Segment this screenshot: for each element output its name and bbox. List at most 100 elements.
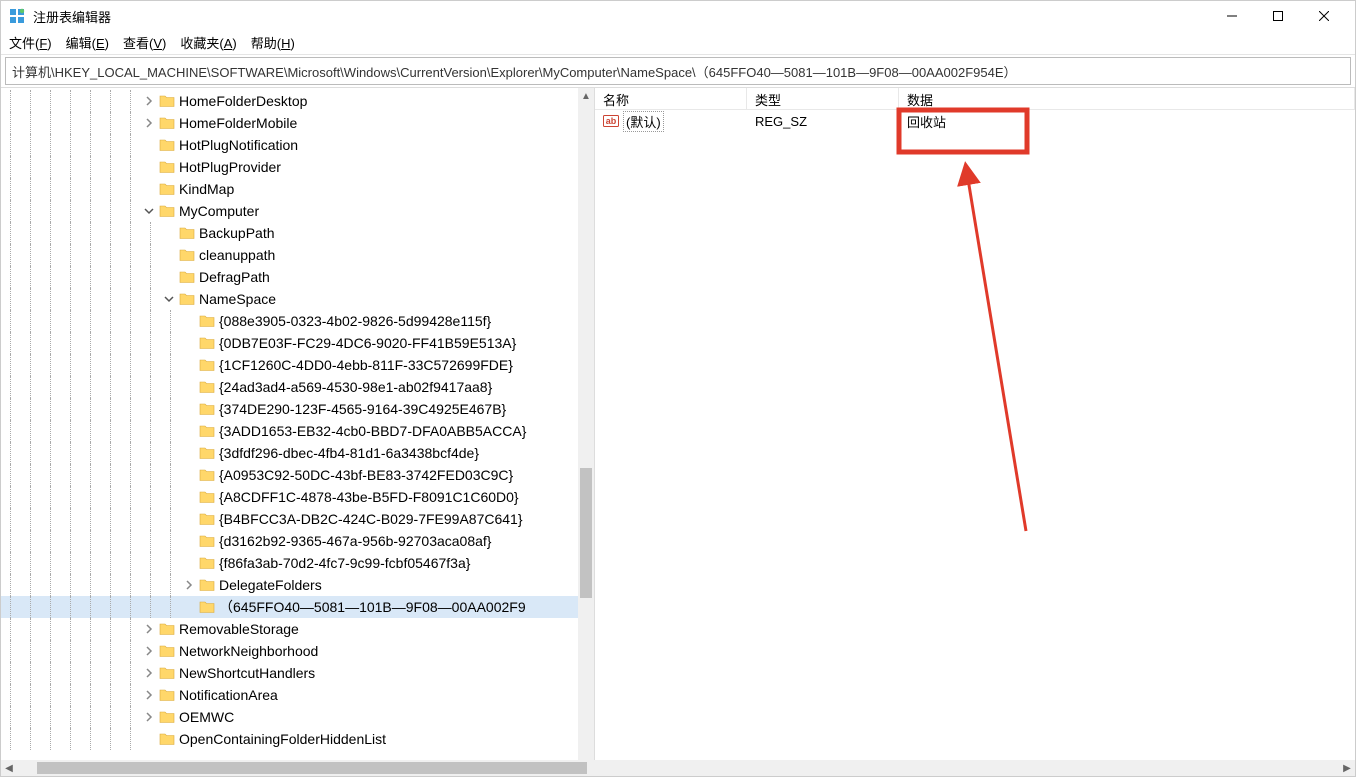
chevron-right-icon[interactable] bbox=[141, 115, 157, 131]
tree-item[interactable]: {0DB7E03F-FC29-4DC6-9020-FF41B59E513A} bbox=[1, 332, 578, 354]
string-value-icon: ab bbox=[603, 113, 619, 129]
column-name[interactable]: 名称 bbox=[595, 88, 747, 109]
scroll-left-arrow[interactable]: ◀ bbox=[1, 760, 17, 776]
tree-item[interactable]: HomeFolderMobile bbox=[1, 112, 578, 134]
minimize-button[interactable] bbox=[1209, 1, 1255, 31]
tree-item[interactable]: {1CF1260C-4DD0-4ebb-811F-33C572699FDE} bbox=[1, 354, 578, 376]
folder-icon bbox=[159, 137, 175, 153]
window-title: 注册表编辑器 bbox=[33, 7, 1209, 26]
tree-item[interactable]: {f86fa3ab-70d2-4fc7-9c99-fcbf05467f3a} bbox=[1, 552, 578, 574]
column-data[interactable]: 数据 bbox=[899, 88, 1355, 109]
close-button[interactable] bbox=[1301, 1, 1347, 31]
folder-icon bbox=[199, 423, 215, 439]
folder-icon bbox=[199, 335, 215, 351]
content-area: HomeFolderDesktop HomeFolderMobile HotPlug… bbox=[1, 87, 1355, 776]
tree-item[interactable]: {A0953C92-50DC-43bf-BE83-3742FED03C9C} bbox=[1, 464, 578, 486]
tree-item-label: {d3162b92-9365-467a-956b-92703aca08af} bbox=[219, 533, 497, 549]
tree-item-label: OEMWC bbox=[179, 709, 240, 725]
tree-item[interactable]: KindMap bbox=[1, 178, 578, 200]
menu-view[interactable]: 查看(V) bbox=[123, 33, 166, 52]
tree-item[interactable]: {d3162b92-9365-467a-956b-92703aca08af} bbox=[1, 530, 578, 552]
svg-text:ab: ab bbox=[606, 116, 617, 126]
tree-item-label: RemovableStorage bbox=[179, 621, 305, 637]
address-bar[interactable]: 计算机\HKEY_LOCAL_MACHINE\SOFTWARE\Microsof… bbox=[5, 57, 1351, 85]
tree-item[interactable]: {3ADD1653-EB32-4cb0-BBD7-DFA0ABB5ACCA} bbox=[1, 420, 578, 442]
tree-item-label: NewShortcutHandlers bbox=[179, 665, 321, 681]
tree-item[interactable]: NameSpace bbox=[1, 288, 578, 310]
tree-item[interactable]: OEMWC bbox=[1, 706, 578, 728]
column-type[interactable]: 类型 bbox=[747, 88, 899, 109]
folder-icon bbox=[159, 181, 175, 197]
tree-item[interactable]: HomeFolderDesktop bbox=[1, 90, 578, 112]
chevron-down-icon[interactable] bbox=[161, 291, 177, 307]
tree-item[interactable]: NotificationArea bbox=[1, 684, 578, 706]
scroll-up-arrow[interactable]: ▲ bbox=[578, 88, 594, 104]
scroll-right-arrow[interactable]: ▶ bbox=[1339, 760, 1355, 776]
chevron-right-icon[interactable] bbox=[141, 621, 157, 637]
tree-item[interactable]: {3dfdf296-dbec-4fb4-81d1-6a3438bcf4de} bbox=[1, 442, 578, 464]
folder-icon bbox=[179, 247, 195, 263]
folder-icon bbox=[199, 379, 215, 395]
folder-icon bbox=[199, 357, 215, 373]
tree-item[interactable]: MyComputer bbox=[1, 200, 578, 222]
folder-icon bbox=[159, 665, 175, 681]
folder-icon bbox=[179, 269, 195, 285]
tree-item-label: {B4BFCC3A-DB2C-424C-B029-7FE99A87C641} bbox=[219, 511, 529, 527]
tree-item-label: {3ADD1653-EB32-4cb0-BBD7-DFA0ABB5ACCA} bbox=[219, 423, 532, 439]
chevron-right-icon[interactable] bbox=[141, 687, 157, 703]
tree-item[interactable]: RemovableStorage bbox=[1, 618, 578, 640]
chevron-right-icon[interactable] bbox=[141, 665, 157, 681]
tree-item[interactable]: NetworkNeighborhood bbox=[1, 640, 578, 662]
tree-item-label: NotificationArea bbox=[179, 687, 284, 703]
tree-vertical-scrollbar[interactable]: ▲ ▼ bbox=[578, 88, 594, 776]
tree-item[interactable]: {B4BFCC3A-DB2C-424C-B029-7FE99A87C641} bbox=[1, 508, 578, 530]
horizontal-scrollbar[interactable]: ◀ ▶ bbox=[1, 760, 1355, 776]
folder-icon bbox=[199, 313, 215, 329]
folder-icon bbox=[199, 467, 215, 483]
tree-item[interactable]: DefragPath bbox=[1, 266, 578, 288]
chevron-right-icon[interactable] bbox=[141, 93, 157, 109]
tree-item[interactable]: DelegateFolders bbox=[1, 574, 578, 596]
menu-favorites[interactable]: 收藏夹(A) bbox=[180, 33, 236, 52]
tree-item[interactable]: OpenContainingFolderHiddenList bbox=[1, 728, 578, 750]
folder-icon bbox=[159, 93, 175, 109]
tree-item-label: HomeFolderDesktop bbox=[179, 93, 313, 109]
value-row[interactable]: ab(默认)REG_SZ回收站 bbox=[595, 110, 1355, 132]
scroll-thumb[interactable] bbox=[580, 468, 592, 598]
tree-item-label: （645FFO40—5081—101B—9F08—00AA002F9 bbox=[219, 597, 532, 617]
value-name: (默认) bbox=[623, 111, 664, 132]
folder-icon bbox=[159, 203, 175, 219]
maximize-button[interactable] bbox=[1255, 1, 1301, 31]
folder-icon bbox=[159, 709, 175, 725]
tree-item[interactable]: HotPlugNotification bbox=[1, 134, 578, 156]
tree-item[interactable]: NewShortcutHandlers bbox=[1, 662, 578, 684]
tree-item-label: {0DB7E03F-FC29-4DC6-9020-FF41B59E513A} bbox=[219, 335, 522, 351]
folder-icon bbox=[199, 555, 215, 571]
menu-file[interactable]: 文件(F) bbox=[9, 33, 52, 52]
tree-item[interactable]: {088e3905-0323-4b02-9826-5d99428e115f} bbox=[1, 310, 578, 332]
chevron-right-icon[interactable] bbox=[141, 709, 157, 725]
folder-icon bbox=[159, 159, 175, 175]
registry-tree[interactable]: HomeFolderDesktop HomeFolderMobile HotPlug… bbox=[1, 88, 578, 750]
tree-item-label: {374DE290-123F-4565-9164-39C4925E467B} bbox=[219, 401, 512, 417]
menubar: 文件(F) 编辑(E) 查看(V) 收藏夹(A) 帮助(H) bbox=[1, 31, 1355, 55]
tree-item-label: {24ad3ad4-a569-4530-98e1-ab02f9417aa8} bbox=[219, 379, 498, 395]
values-list[interactable]: ab(默认)REG_SZ回收站 bbox=[595, 110, 1355, 776]
tree-item[interactable]: {374DE290-123F-4565-9164-39C4925E467B} bbox=[1, 398, 578, 420]
tree-item[interactable]: BackupPath bbox=[1, 222, 578, 244]
tree-item[interactable]: cleanuppath bbox=[1, 244, 578, 266]
chevron-right-icon[interactable] bbox=[141, 643, 157, 659]
tree-item-label: HomeFolderMobile bbox=[179, 115, 303, 131]
tree-item[interactable]: {A8CDFF1C-4878-43be-B5FD-F8091C1C60D0} bbox=[1, 486, 578, 508]
tree-item[interactable]: （645FFO40—5081—101B—9F08—00AA002F9 bbox=[1, 596, 578, 618]
menu-help[interactable]: 帮助(H) bbox=[251, 33, 295, 52]
tree-item[interactable]: HotPlugProvider bbox=[1, 156, 578, 178]
menu-edit[interactable]: 编辑(E) bbox=[66, 33, 109, 52]
registry-editor-window: 注册表编辑器 文件(F) 编辑(E) 查看(V) 收藏夹(A) 帮助(H) 计算… bbox=[0, 0, 1356, 777]
hscroll-thumb[interactable] bbox=[37, 762, 587, 774]
chevron-right-icon[interactable] bbox=[181, 577, 197, 593]
chevron-down-icon[interactable] bbox=[141, 203, 157, 219]
folder-icon bbox=[159, 687, 175, 703]
tree-item[interactable]: {24ad3ad4-a569-4530-98e1-ab02f9417aa8} bbox=[1, 376, 578, 398]
tree-item-label: {3dfdf296-dbec-4fb4-81d1-6a3438bcf4de} bbox=[219, 445, 485, 461]
